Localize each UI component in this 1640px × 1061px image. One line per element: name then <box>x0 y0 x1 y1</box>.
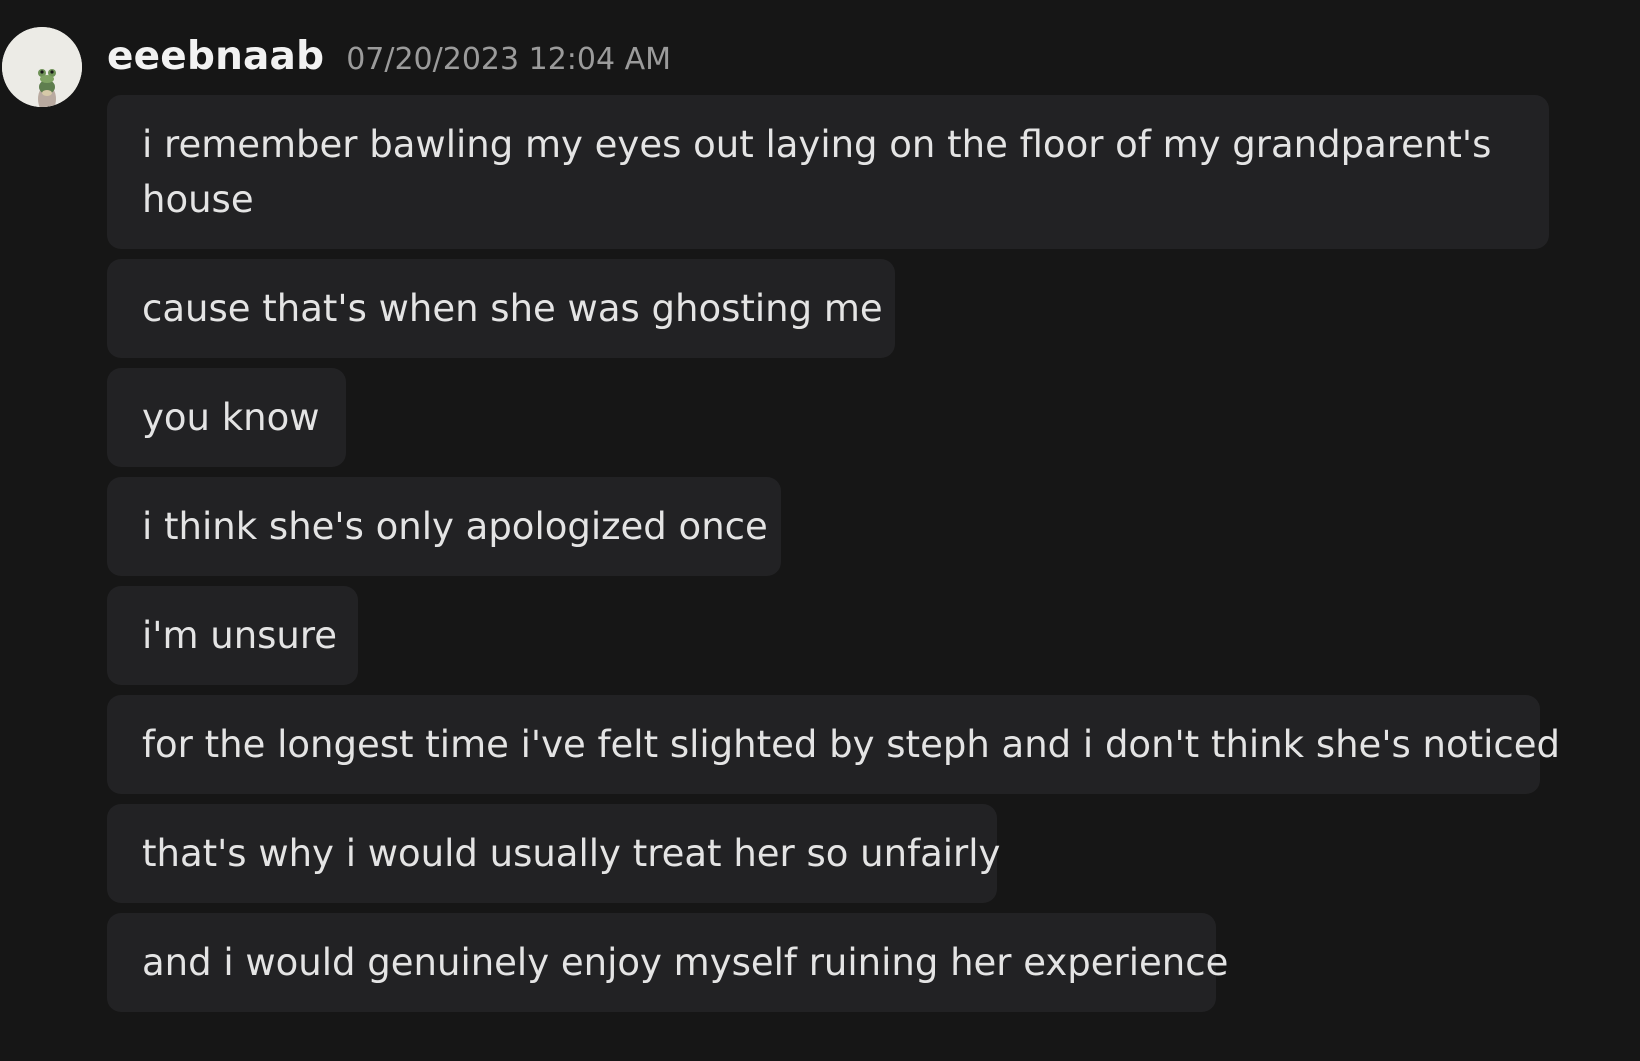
message-bubble[interactable]: i think she's only apologized once <box>107 477 781 576</box>
message-bubble[interactable]: for the longest time i've felt slighted … <box>107 695 1560 794</box>
message-bubble[interactable]: that's why i would usually treat her so … <box>107 804 1000 903</box>
message-bubble[interactable]: and i would genuinely enjoy myself ruini… <box>107 913 1228 1012</box>
chat-view: eeebnaab 07/20/2023 12:04 AM i remember … <box>0 0 1640 1061</box>
avatar[interactable] <box>2 27 82 107</box>
frog-avatar-icon <box>2 27 82 107</box>
username[interactable]: eeebnaab <box>107 34 324 79</box>
message-bubble[interactable]: i'm unsure <box>107 586 358 685</box>
message-list: i remember bawling my eyes out laying on… <box>107 95 1627 1022</box>
timestamp: 07/20/2023 12:04 AM <box>346 41 672 77</box>
message-bubble[interactable]: i remember bawling my eyes out laying on… <box>107 95 1549 249</box>
message-bubble[interactable]: you know <box>107 368 346 467</box>
message-bubble[interactable]: cause that's when she was ghosting me <box>107 259 895 358</box>
message-header: eeebnaab 07/20/2023 12:04 AM <box>107 28 671 84</box>
